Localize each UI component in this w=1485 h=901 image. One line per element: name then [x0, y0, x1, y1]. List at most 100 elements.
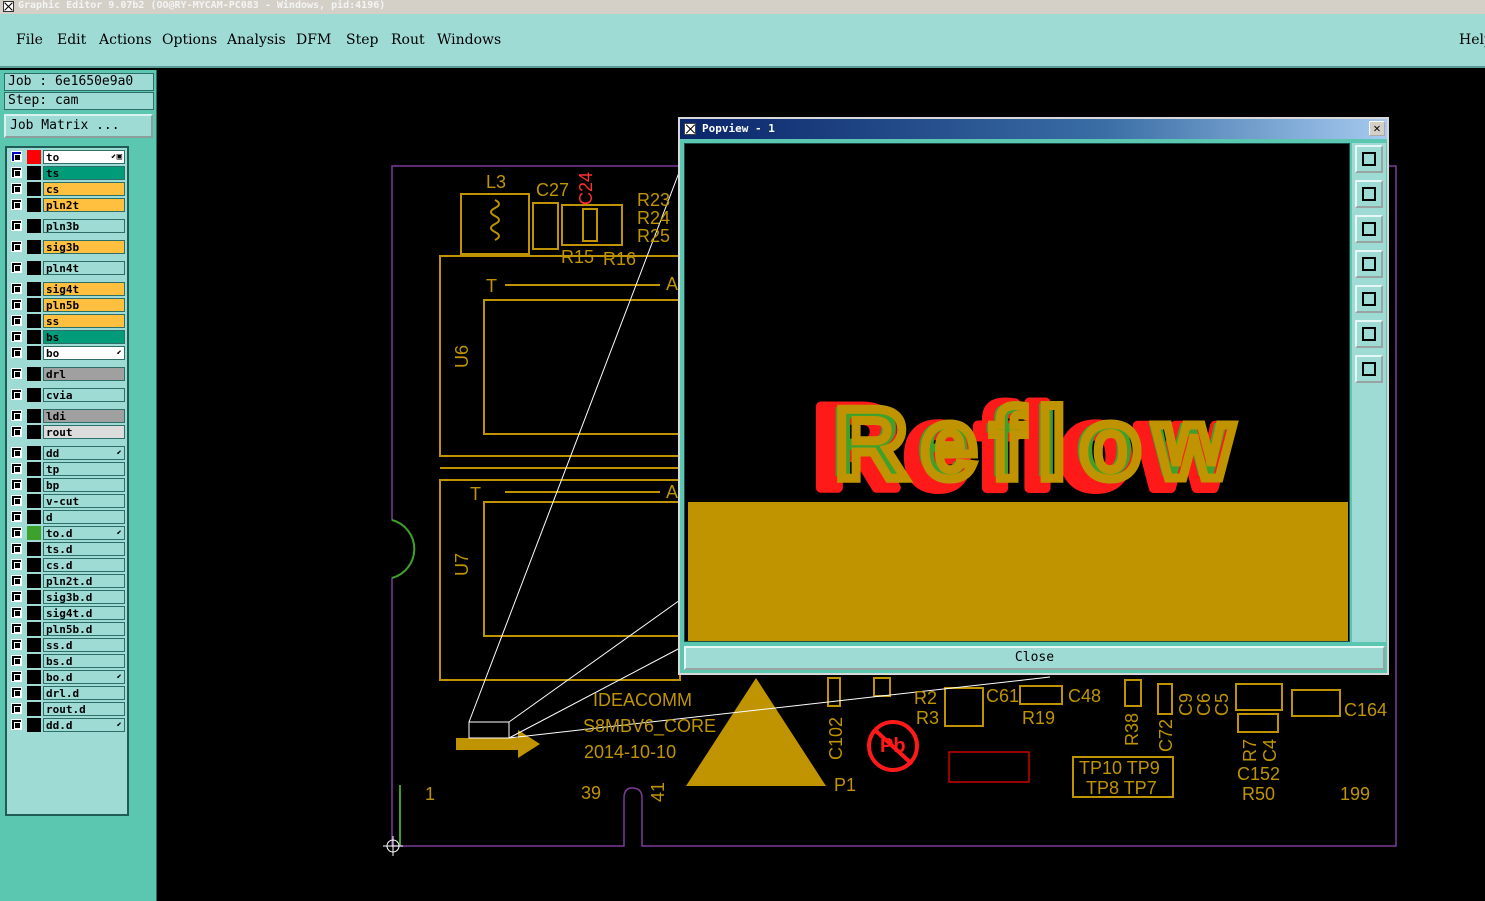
layer-row-ldi[interactable]: ldi	[9, 409, 127, 423]
layer-row-drl.d[interactable]: drl.d	[9, 686, 127, 700]
menu-help[interactable]: Help	[1459, 32, 1485, 48]
pan-left-icon[interactable]	[1355, 250, 1383, 278]
layer-checkbox[interactable]	[11, 331, 22, 342]
layer-row-cs.d[interactable]: cs.d	[9, 558, 127, 572]
layer-checkbox[interactable]	[11, 639, 22, 650]
layer-name[interactable]: dd.d ⬋	[43, 718, 125, 732]
layer-row-pln3b[interactable]: pln3b	[9, 219, 127, 233]
layer-checkbox[interactable]	[11, 183, 22, 194]
layer-row-pln2t.d[interactable]: pln2t.d	[9, 574, 127, 588]
layer-checkbox[interactable]	[11, 315, 22, 326]
layer-row-dd.d[interactable]: dd.d ⬋	[9, 718, 127, 732]
layer-checkbox[interactable]	[11, 220, 22, 231]
layer-checkbox[interactable]	[11, 241, 22, 252]
menu-windows[interactable]: Windows	[437, 32, 501, 48]
layer-checkbox[interactable]	[11, 703, 22, 714]
layer-row-sig4t.d[interactable]: sig4t.d	[9, 606, 127, 620]
layer-row-v-cut[interactable]: v-cut	[9, 494, 127, 508]
layer-checkbox[interactable]	[11, 389, 22, 400]
layer-name[interactable]: cvia	[43, 388, 125, 402]
layer-checkbox[interactable]	[11, 559, 22, 570]
layer-name[interactable]: bs.d	[43, 654, 125, 668]
layer-checkbox[interactable]	[11, 495, 22, 506]
layer-name[interactable]: ss	[43, 314, 125, 328]
layer-row-cvia[interactable]: cvia	[9, 388, 127, 402]
layer-checkbox[interactable]	[11, 671, 22, 682]
layer-checkbox[interactable]	[11, 591, 22, 602]
layer-row-ss.d[interactable]: ss.d	[9, 638, 127, 652]
layer-name[interactable]: v-cut	[43, 494, 125, 508]
layer-name[interactable]: bs	[43, 330, 125, 344]
layer-name[interactable]: cs.d	[43, 558, 125, 572]
layer-checkbox[interactable]	[11, 447, 22, 458]
menu-step[interactable]: Step	[346, 32, 378, 48]
pan-up-icon[interactable]	[1355, 180, 1383, 208]
menu-rout[interactable]: Rout	[391, 32, 425, 48]
layer-name[interactable]: dd ⬋	[43, 446, 125, 460]
layer-name[interactable]: cs	[43, 182, 125, 196]
layer-row-sig3b[interactable]: sig3b	[9, 240, 127, 254]
layer-checkbox[interactable]	[11, 368, 22, 379]
layer-checkbox[interactable]	[11, 687, 22, 698]
layer-row-drl[interactable]: drl	[9, 367, 127, 381]
layer-name[interactable]: pln5b	[43, 298, 125, 312]
pan-right-icon[interactable]	[1355, 285, 1383, 313]
layer-name[interactable]: to ⬋▣	[43, 150, 125, 164]
layer-name[interactable]: drl.d	[43, 686, 125, 700]
layer-checkbox[interactable]	[11, 426, 22, 437]
zoom-fit-icon[interactable]	[1355, 145, 1383, 173]
menu-options[interactable]: Options	[162, 32, 217, 48]
menu-actions[interactable]: Actions	[99, 32, 152, 48]
layer-row-to[interactable]: to ⬋▣	[9, 150, 127, 164]
layer-name[interactable]: rout.d	[43, 702, 125, 716]
layer-row-bs[interactable]: bs	[9, 330, 127, 344]
layer-name[interactable]: bp	[43, 478, 125, 492]
reflow-marker[interactable]	[468, 721, 510, 739]
layer-name[interactable]: sig3b	[43, 240, 125, 254]
zoom-home-icon[interactable]	[1355, 320, 1383, 348]
layer-row-bo[interactable]: bo ⬋	[9, 346, 127, 360]
layer-name[interactable]: bo ⬋	[43, 346, 125, 360]
layer-name[interactable]: pln5b.d	[43, 622, 125, 636]
layer-row-pln4t[interactable]: pln4t	[9, 261, 127, 275]
menu-edit[interactable]: Edit	[57, 32, 86, 48]
layer-row-ts[interactable]: ts	[9, 166, 127, 180]
popview-viewport[interactable]: Reflow Reflow Reflow	[684, 143, 1350, 642]
layer-row-rout[interactable]: rout	[9, 425, 127, 439]
pan-down-icon[interactable]	[1355, 215, 1383, 243]
layer-name[interactable]: sig4t.d	[43, 606, 125, 620]
layer-checkbox[interactable]	[11, 151, 22, 162]
layer-checkbox[interactable]	[11, 623, 22, 634]
layer-name[interactable]: to.d ⬋	[43, 526, 125, 540]
layer-name[interactable]: rout	[43, 425, 125, 439]
layer-row-to.d[interactable]: to.d ⬋	[9, 526, 127, 540]
layer-checkbox[interactable]	[11, 479, 22, 490]
menu-analysis[interactable]: Analysis	[227, 32, 286, 48]
layer-name[interactable]: pln2t	[43, 198, 125, 212]
close-icon[interactable]: ✕	[1369, 121, 1385, 136]
layer-checkbox[interactable]	[11, 299, 22, 310]
close-button[interactable]: Close	[684, 646, 1385, 670]
layer-row-cs[interactable]: cs	[9, 182, 127, 196]
layer-checkbox[interactable]	[11, 543, 22, 554]
layer-row-ss[interactable]: ss	[9, 314, 127, 328]
popview-title-bar[interactable]: Popview - 1 ✕	[680, 119, 1387, 139]
menu-dfm[interactable]: DFM	[296, 32, 331, 48]
layer-name[interactable]: pln4t	[43, 261, 125, 275]
layer-row-sig4t[interactable]: sig4t	[9, 282, 127, 296]
layer-name[interactable]: sig4t	[43, 282, 125, 296]
layer-row-rout.d[interactable]: rout.d	[9, 702, 127, 716]
layer-name[interactable]: ss.d	[43, 638, 125, 652]
layer-row-sig3b.d[interactable]: sig3b.d	[9, 590, 127, 604]
layer-name[interactable]: ts	[43, 166, 125, 180]
layer-name[interactable]: bo.d ⬋	[43, 670, 125, 684]
layer-checkbox[interactable]	[11, 410, 22, 421]
layer-checkbox[interactable]	[11, 283, 22, 294]
layer-row-pln5b.d[interactable]: pln5b.d	[9, 622, 127, 636]
zoom-center-icon[interactable]	[1355, 355, 1383, 383]
layer-name[interactable]: tp	[43, 462, 125, 476]
layer-row-bo.d[interactable]: bo.d ⬋	[9, 670, 127, 684]
layer-checkbox[interactable]	[11, 527, 22, 538]
layer-checkbox[interactable]	[11, 199, 22, 210]
layer-checkbox[interactable]	[11, 262, 22, 273]
